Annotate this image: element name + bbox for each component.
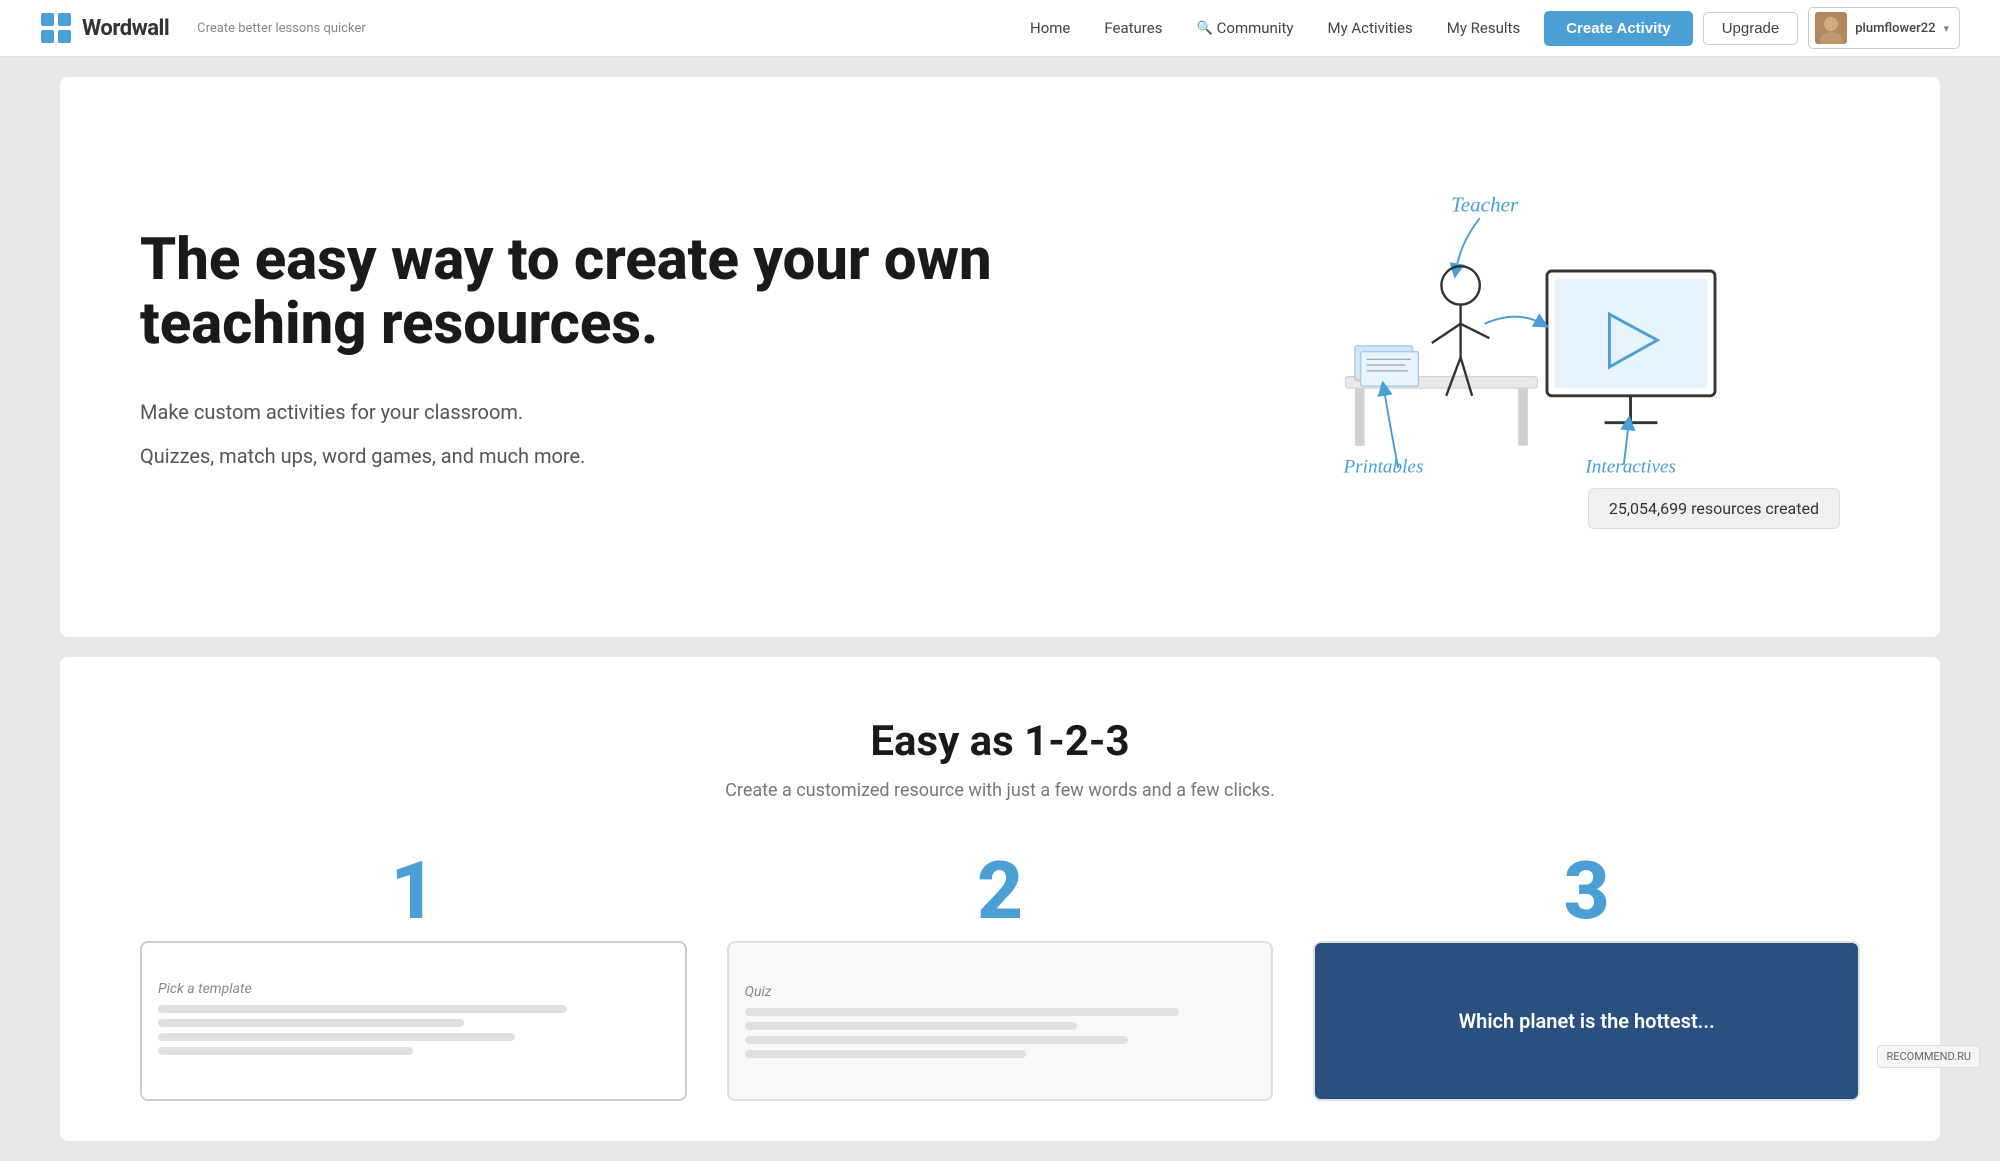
step-2-line-2 xyxy=(745,1022,1077,1030)
user-menu[interactable]: plumflower22 ▾ xyxy=(1808,7,1960,49)
step-3-number: 3 xyxy=(1564,851,1610,931)
avatar-image xyxy=(1815,12,1847,44)
svg-text:Teacher: Teacher xyxy=(1451,192,1519,216)
svg-text:Printables: Printables xyxy=(1342,456,1423,477)
hero-illustration: Teacher xyxy=(1259,175,1739,540)
user-name: plumflower22 xyxy=(1855,21,1935,36)
step-2-line-1 xyxy=(745,1008,1179,1016)
hero-subtitle-2: Quizzes, match ups, word games, and much… xyxy=(140,441,1086,471)
step-1-label: Pick a template xyxy=(158,981,669,997)
step-1-number: 1 xyxy=(390,851,436,931)
step-3-question: Which planet is the hottest... xyxy=(1331,1009,1842,1033)
steps-row: 1 Pick a template 2 Quiz xyxy=(140,851,1860,1101)
nav-links: Home Features 🔍 Community My Activities … xyxy=(1016,13,1534,43)
main-content: The easy way to create your own teaching… xyxy=(0,57,2000,1161)
step-2: 2 Quiz xyxy=(727,851,1274,1101)
easy-section-subtitle: Create a customized resource with just a… xyxy=(140,780,1860,801)
brand-name: Wordwall xyxy=(82,16,169,41)
search-icon: 🔍 xyxy=(1196,21,1212,36)
hero-title: The easy way to create your own teaching… xyxy=(140,229,1086,357)
chevron-down-icon: ▾ xyxy=(1943,22,1949,35)
step-3: 3 Which planet is the hottest... xyxy=(1313,851,1860,1101)
brand-tagline: Create better lessons quicker xyxy=(189,21,366,36)
step-3-card: Which planet is the hottest... xyxy=(1313,941,1860,1101)
step-1: 1 Pick a template xyxy=(140,851,687,1101)
svg-text:Interactives: Interactives xyxy=(1584,456,1676,477)
nav-my-results[interactable]: My Results xyxy=(1433,13,1534,43)
nav-home[interactable]: Home xyxy=(1016,13,1084,43)
step-3-card-inner: Which planet is the hottest... xyxy=(1315,993,1858,1049)
step-1-line-4 xyxy=(158,1047,413,1055)
hero-image-area: Teacher xyxy=(1138,175,1860,540)
step-2-card: Quiz xyxy=(727,941,1274,1101)
step-1-card: Pick a template xyxy=(140,941,687,1101)
step-1-line-3 xyxy=(158,1033,515,1041)
step-2-line-3 xyxy=(745,1036,1128,1044)
step-2-number: 2 xyxy=(977,851,1023,931)
nav-features[interactable]: Features xyxy=(1090,13,1176,43)
step-1-line-2 xyxy=(158,1019,464,1027)
nav-community[interactable]: 🔍 Community xyxy=(1182,13,1307,43)
brand-logo[interactable]: Wordwall xyxy=(40,12,169,44)
wordwall-logo-icon xyxy=(40,12,72,44)
easy-section: Easy as 1-2-3 Create a customized resour… xyxy=(60,657,1940,1141)
step-1-line-1 xyxy=(158,1005,567,1013)
hero-text: The easy way to create your own teaching… xyxy=(140,229,1086,485)
upgrade-button[interactable]: Upgrade xyxy=(1703,12,1799,45)
hero-subtitle-1: Make custom activities for your classroo… xyxy=(140,397,1086,427)
step-2-line-4 xyxy=(745,1050,1026,1058)
hero-section: The easy way to create your own teaching… xyxy=(60,77,1940,637)
create-activity-button[interactable]: Create Activity xyxy=(1544,11,1693,46)
step-2-label: Quiz xyxy=(745,984,1256,1000)
resources-badge: 25,054,699 resources created xyxy=(1588,488,1840,529)
step-2-card-inner: Quiz xyxy=(729,968,1272,1074)
avatar xyxy=(1815,12,1847,44)
recommend-badge: RECOMMEND.RU xyxy=(1877,1045,1980,1068)
step-1-card-inner: Pick a template xyxy=(142,965,685,1077)
navbar: Wordwall Create better lessons quicker H… xyxy=(0,0,2000,57)
nav-my-activities[interactable]: My Activities xyxy=(1313,13,1426,43)
easy-section-title: Easy as 1-2-3 xyxy=(140,717,1860,766)
